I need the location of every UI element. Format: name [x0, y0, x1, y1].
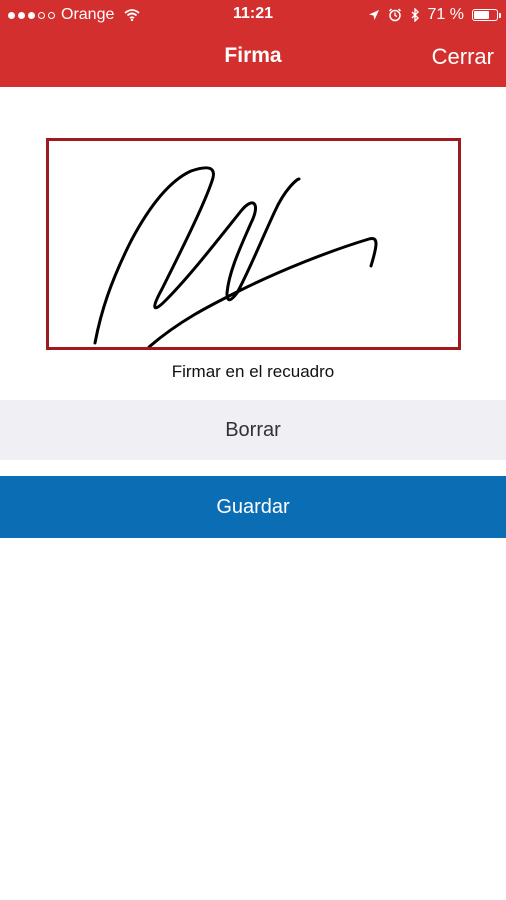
app-header: Orange 11:21 71 % Firma Cerrar	[0, 0, 506, 87]
battery-icon	[472, 9, 501, 21]
signature-pad[interactable]	[46, 138, 461, 350]
alarm-icon	[388, 8, 401, 22]
signature-stroke	[93, 166, 378, 347]
signature-hint: Firmar en el recuadro	[171, 362, 335, 381]
location-arrow-icon	[368, 10, 379, 20]
status-bar: Orange 11:21 71 %	[0, 0, 506, 30]
battery-level	[474, 11, 489, 19]
clear-button[interactable]: Borrar	[0, 400, 506, 460]
bluetooth-icon	[411, 8, 419, 22]
save-button[interactable]: Guardar	[0, 476, 506, 538]
page-title: Firma	[224, 44, 282, 67]
battery-percent: 71 %	[427, 6, 464, 23]
status-right: 71 %	[368, 6, 501, 24]
close-button[interactable]: Cerrar	[432, 44, 494, 70]
